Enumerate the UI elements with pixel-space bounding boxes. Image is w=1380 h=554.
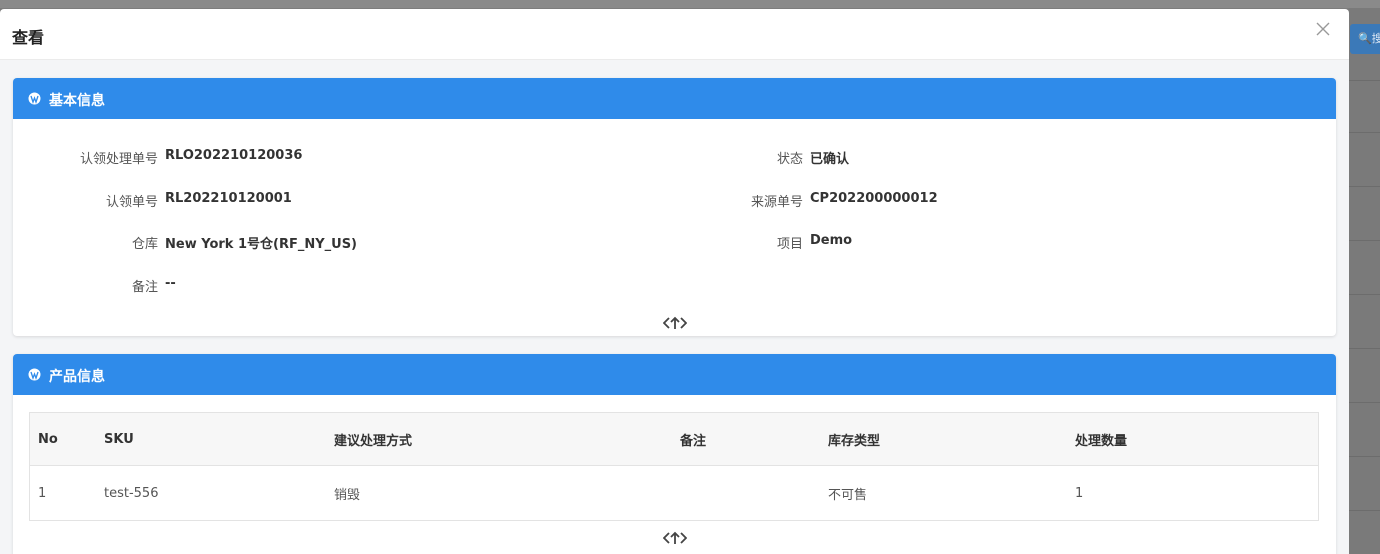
cell-stock-type: 不可售 [828, 487, 868, 503]
modal-header: 查看 [0, 9, 1349, 60]
background-row-divider [1349, 240, 1380, 241]
project-value: Demo [810, 233, 853, 248]
status-value: 已确认 [810, 152, 850, 167]
background-row-divider [1349, 80, 1380, 81]
background-row-divider [1349, 294, 1380, 295]
background-row-divider [1349, 132, 1380, 133]
source-no-value: CP202200000012 [810, 191, 938, 206]
claim-process-no-label: 认领处理单号 [79, 152, 158, 167]
claim-process-no-value: RLO202210120036 [165, 148, 303, 163]
cell-remark [672, 466, 820, 521]
column-header-stock-type: 库存类型 [820, 412, 1067, 466]
background-row-divider [1349, 402, 1380, 403]
remark-value: -- [165, 276, 176, 291]
background-row-divider [1349, 510, 1380, 511]
cell-method: 销毁 [334, 487, 361, 503]
table-header-row: No SKU 建议处理方式 备注 库存类型 处理数量 [29, 412, 1319, 466]
cell-no: 1 [38, 485, 47, 501]
basic-info-header: 基本信息 [13, 78, 1336, 119]
cell-qty: 1 [1075, 485, 1084, 501]
claim-no-value: RL202210120001 [165, 191, 292, 206]
product-table: No SKU 建议处理方式 备注 库存类型 处理数量 1 test-556 销毁 [29, 412, 1319, 521]
claim-no-label: 认领单号 [105, 195, 158, 210]
view-modal: 查看 基本信息 认领处理单号 RLO202210120036 状态 已确认 认领… [0, 9, 1349, 554]
search-icon: 🔍 [1358, 32, 1372, 45]
wordpress-icon [28, 368, 41, 381]
status-label: 状态 [776, 152, 803, 167]
background-row-divider [1349, 348, 1380, 349]
close-icon[interactable] [1315, 21, 1331, 37]
product-info-header: 产品信息 [13, 354, 1336, 395]
background-row-divider [1349, 186, 1380, 187]
background-row-divider [1349, 456, 1380, 457]
column-header-no: No [29, 412, 96, 466]
modal-title: 查看 [12, 28, 45, 47]
wordpress-icon [28, 92, 41, 105]
modal-body: 基本信息 认领处理单号 RLO202210120036 状态 已确认 认领单号 … [0, 60, 1349, 554]
background-page [1349, 8, 1380, 554]
project-label: 项目 [776, 237, 803, 252]
source-no-label: 来源单号 [750, 195, 803, 210]
collapse-toggle-icon[interactable] [662, 315, 688, 329]
background-search-label: 搜 [1371, 32, 1380, 45]
cell-sku: test-556 [104, 485, 159, 501]
table-row: 1 test-556 销毁 不可售 1 [30, 466, 1319, 521]
column-header-qty: 处理数量 [1067, 412, 1319, 466]
column-header-sku: SKU [96, 412, 326, 466]
column-header-remark: 备注 [672, 412, 820, 466]
background-search-button: 🔍搜 [1350, 24, 1380, 54]
product-info-title: 产品信息 [49, 369, 105, 385]
collapse-toggle-icon[interactable] [662, 530, 688, 544]
remark-label: 备注 [131, 280, 158, 295]
column-header-method: 建议处理方式 [326, 412, 672, 466]
warehouse-value: New York 1号仓(RF_NY_US) [165, 237, 357, 252]
basic-info-title: 基本信息 [49, 93, 105, 109]
background-top-strip [0, 0, 1380, 8]
warehouse-label: 仓库 [131, 237, 158, 252]
product-info-card: 产品信息 No SKU 建议处理方式 备注 库存类型 处理数量 1 test-5… [13, 354, 1336, 554]
basic-info-card: 基本信息 认领处理单号 RLO202210120036 状态 已确认 认领单号 … [13, 78, 1336, 336]
